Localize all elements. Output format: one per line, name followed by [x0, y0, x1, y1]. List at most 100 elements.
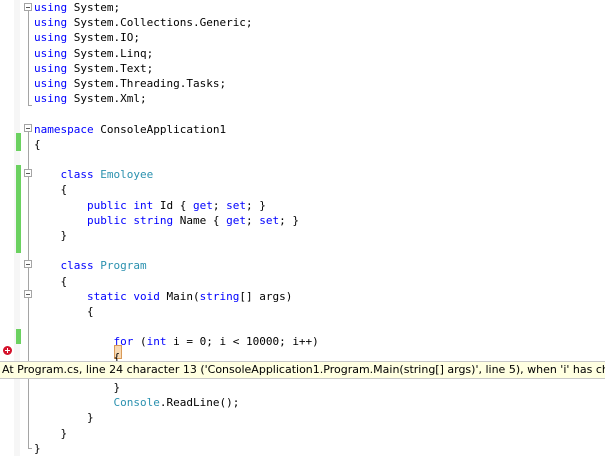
keyword-token: static: [86, 289, 127, 303]
code-token: System.Text;: [67, 61, 154, 75]
collapse-toggle-icon[interactable]: [24, 260, 32, 268]
code-token: .ReadLine();: [159, 396, 240, 410]
keyword-token: set: [226, 198, 246, 212]
keyword-token: int: [133, 198, 154, 212]
keyword-token: using: [34, 31, 68, 45]
keyword-token: using: [34, 1, 68, 14]
code-token: }: [34, 229, 68, 242]
code-token: System.IO;: [67, 31, 140, 45]
change-marker: [16, 329, 21, 344]
code-token: System.Xml;: [67, 92, 147, 106]
code-line[interactable]: }: [34, 380, 120, 395]
code-token: }: [34, 441, 41, 455]
code-token: Id {: [153, 198, 193, 212]
code-token: {: [34, 137, 41, 151]
code-line[interactable]: using System.Linq;: [34, 46, 153, 61]
code-token: Main(: [159, 289, 200, 303]
code-line[interactable]: public int Id { get; set; }: [34, 198, 266, 213]
code-line[interactable]: using System.Collections.Generic;: [34, 15, 253, 30]
keyword-token: string: [199, 289, 240, 303]
code-token: ; }: [279, 213, 299, 227]
code-line[interactable]: }: [34, 410, 94, 425]
collapse-toggle-icon[interactable]: [24, 3, 32, 11]
code-token: ConsoleApplication1: [93, 122, 227, 136]
code-line[interactable]: namespace ConsoleApplication1: [34, 122, 226, 137]
code-token: System.Linq;: [67, 46, 154, 60]
keyword-token: using: [34, 77, 68, 90]
type-token: Program: [100, 259, 147, 273]
code-token: System.Threading.Tasks;: [67, 77, 227, 90]
collapse-toggle-icon[interactable]: [24, 290, 32, 298]
code-token: ;: [245, 213, 260, 227]
code-token: i = 0; i < 10000; i++): [166, 335, 319, 349]
code-line[interactable]: for (int i = 0; i < 10000; i++): [34, 334, 319, 349]
collapse-toggle-icon[interactable]: [24, 124, 32, 132]
code-token: System.Collections.Generic;: [67, 16, 253, 30]
change-marker: [16, 133, 21, 151]
collapse-toggle-icon[interactable]: [24, 169, 32, 177]
code-line[interactable]: class Program: [34, 258, 147, 273]
code-line[interactable]: {: [34, 304, 94, 319]
code-token: {: [34, 305, 94, 318]
code-token: {: [34, 183, 68, 197]
keyword-token: using: [34, 92, 68, 106]
keyword-token: using: [34, 46, 68, 60]
breakpoint-tooltip: At Program.cs, line 24 character 13 ('Co…: [0, 361, 605, 379]
outline-line: [28, 9, 29, 105]
breakpoint-glyph-icon[interactable]: [3, 346, 12, 355]
keyword-token: for: [113, 335, 134, 349]
code-token: (: [133, 335, 147, 349]
keyword-token: using: [34, 61, 68, 75]
keyword-token: set: [259, 213, 280, 227]
code-line[interactable]: }: [34, 441, 41, 456]
code-line[interactable]: using System.IO;: [34, 30, 140, 45]
outline-line-end: [28, 448, 32, 449]
keyword-token: int: [146, 335, 167, 349]
code-line[interactable]: class Emoloyee: [34, 167, 154, 182]
keyword-token: void: [133, 289, 160, 303]
outline-line-end: [28, 105, 32, 106]
keyword-token: class: [60, 259, 94, 273]
code-token: ;: [212, 198, 227, 212]
code-line[interactable]: static void Main(string[] args): [34, 289, 292, 304]
keyword-token: namespace: [34, 122, 94, 136]
code-token: [] args): [239, 289, 293, 303]
code-token: }: [34, 411, 94, 425]
code-token: {: [34, 274, 68, 288]
code-token: }: [34, 381, 121, 394]
code-line[interactable]: using System.Text;: [34, 61, 153, 76]
code-token: Name {: [173, 213, 227, 227]
type-token: Console: [113, 396, 160, 410]
code-token: ; }: [245, 198, 266, 212]
change-marker: [16, 165, 21, 253]
code-line[interactable]: using System.Xml;: [34, 91, 147, 106]
keyword-token: get: [192, 198, 213, 212]
code-token: }: [34, 426, 68, 440]
keyword-token: using: [34, 16, 68, 30]
code-line[interactable]: using System;: [34, 0, 120, 15]
type-token: Emoloyee: [100, 168, 154, 182]
keyword-token: string: [133, 213, 174, 227]
keyword-token: get: [226, 213, 246, 227]
keyword-token: public: [86, 213, 127, 227]
code-line[interactable]: }: [34, 426, 67, 441]
code-line[interactable]: Console.ReadLine();: [34, 395, 239, 410]
code-line[interactable]: {: [34, 274, 67, 289]
code-line[interactable]: {: [34, 137, 41, 152]
keyword-token: public: [86, 198, 127, 212]
code-editor[interactable]: using System; using System.Collections.Ge…: [0, 0, 605, 456]
outline-line: [28, 130, 29, 448]
code-line[interactable]: {: [34, 182, 67, 197]
code-line[interactable]: }: [34, 228, 67, 243]
code-token: System;: [67, 1, 121, 14]
code-line[interactable]: using System.Threading.Tasks;: [34, 76, 226, 91]
keyword-token: class: [60, 168, 94, 182]
code-line[interactable]: public string Name { get; set; }: [34, 213, 299, 228]
